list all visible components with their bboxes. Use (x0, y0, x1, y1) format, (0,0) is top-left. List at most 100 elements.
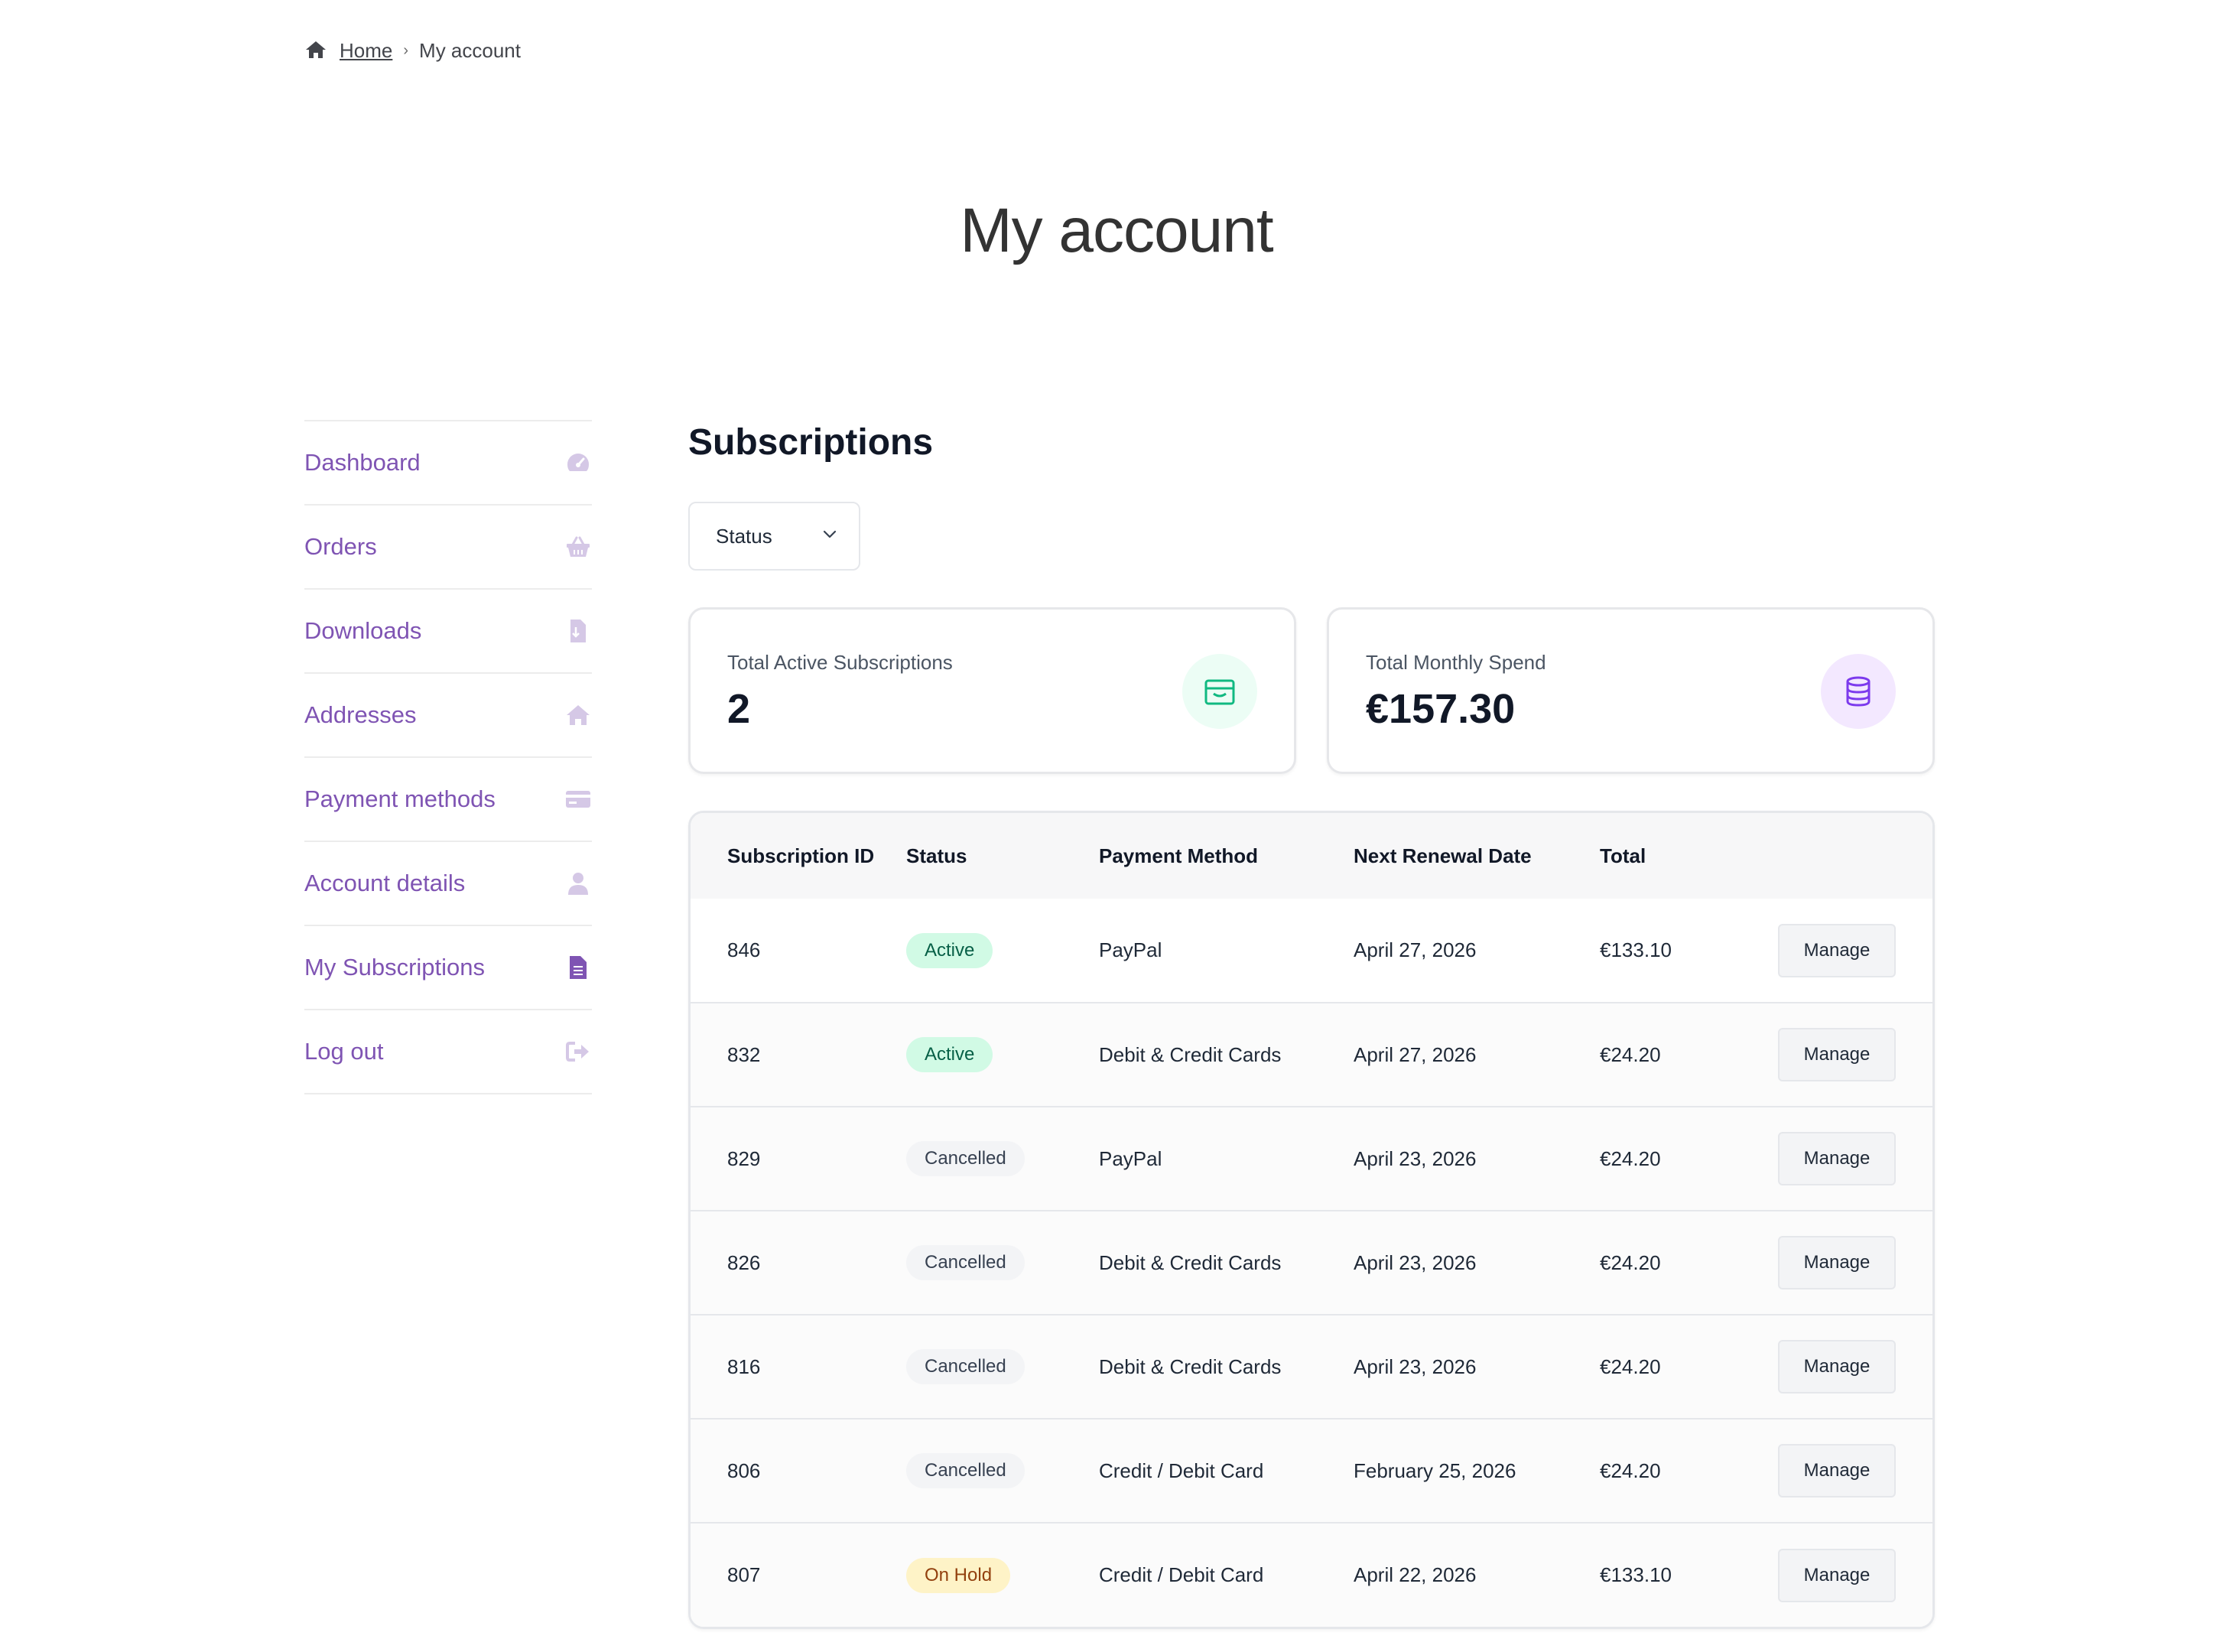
header-status: Status (906, 844, 967, 867)
table-row: 846 Active PayPal April 27, 2026 €133.10… (691, 899, 1932, 1003)
next-renewal-date: February 25, 2026 (1354, 1459, 1516, 1482)
sidebar-item-label: Log out (304, 1038, 384, 1065)
manage-button[interactable]: Manage (1778, 1548, 1896, 1602)
breadcrumb-home-link[interactable]: Home (340, 39, 392, 63)
home-icon (564, 701, 592, 729)
table-header-row: Subscription ID Status Payment Method Ne… (691, 813, 1932, 899)
page-title: My account (960, 196, 1273, 265)
payment-method: Credit / Debit Card (1099, 1563, 1264, 1586)
file-download-icon (564, 617, 592, 645)
next-renewal-date: April 22, 2026 (1354, 1563, 1477, 1586)
subscription-total: €24.20 (1600, 1250, 1661, 1274)
header-actions (1744, 813, 1932, 899)
sidebar-item-payment-methods[interactable]: Payment methods (304, 758, 592, 842)
header-total: Total (1600, 844, 1646, 867)
next-renewal-date: April 23, 2026 (1354, 1146, 1477, 1170)
payment-method: Debit & Credit Cards (1099, 1354, 1282, 1378)
next-renewal-date: April 27, 2026 (1354, 938, 1477, 961)
manage-button[interactable]: Manage (1778, 1132, 1896, 1185)
subscriptions-main: Subscriptions Status Total Active Subscr… (688, 420, 1935, 1629)
header-next-renewal-date: Next Renewal Date (1354, 844, 1532, 867)
subscription-id: 846 (727, 938, 761, 961)
subscription-total: €24.20 (1600, 1146, 1661, 1170)
status-badge: On Hold (906, 1557, 1011, 1593)
document-icon (564, 954, 592, 981)
breadcrumb-separator: › (403, 41, 409, 59)
subscription-id: 807 (727, 1563, 761, 1586)
home-icon (304, 40, 327, 61)
subscription-id: 832 (727, 1042, 761, 1066)
status-badge: Cancelled (906, 1349, 1025, 1384)
card-value: 2 (727, 686, 751, 732)
sidebar-item-label: Payment methods (304, 785, 496, 812)
status-badge: Active (906, 932, 993, 968)
next-renewal-date: April 23, 2026 (1354, 1354, 1477, 1378)
sidebar-item-my-subscriptions[interactable]: My Subscriptions (304, 926, 592, 1010)
database-icon (1821, 654, 1896, 729)
next-renewal-date: April 27, 2026 (1354, 1042, 1477, 1066)
sidebar-item-label: Downloads (304, 617, 422, 644)
manage-button[interactable]: Manage (1778, 923, 1896, 977)
manage-button[interactable]: Manage (1778, 1236, 1896, 1289)
table-row: 829 Cancelled PayPal April 23, 2026 €24.… (691, 1107, 1932, 1211)
manage-button[interactable]: Manage (1778, 1028, 1896, 1081)
sidebar-item-label: Addresses (304, 701, 417, 728)
section-title: Subscriptions (688, 422, 934, 463)
payment-method: PayPal (1099, 938, 1162, 961)
sidebar-item-label: Account details (304, 870, 466, 896)
account-navigation: Dashboard Orders Downloads Addresses Pay… (304, 420, 592, 1094)
table-row: 806 Cancelled Credit / Debit Card Februa… (691, 1419, 1932, 1523)
sidebar-item-log-out[interactable]: Log out (304, 1010, 592, 1094)
table-row: 826 Cancelled Debit & Credit Cards April… (691, 1211, 1932, 1315)
header-subscription-id: Subscription ID (727, 844, 875, 867)
subscription-total: €24.20 (1600, 1459, 1661, 1482)
subscriptions-table: Subscription ID Status Payment Method Ne… (688, 811, 1935, 1629)
payment-method: PayPal (1099, 1146, 1162, 1170)
subscription-total: €24.20 (1600, 1354, 1661, 1378)
chevron-down-icon (821, 525, 839, 548)
next-renewal-date: April 23, 2026 (1354, 1250, 1477, 1274)
status-badge: Active (906, 1037, 993, 1072)
status-badge: Cancelled (906, 1453, 1025, 1488)
card-label: Total Active Subscriptions (727, 651, 953, 674)
status-filter-select[interactable]: Status (688, 502, 860, 571)
subscription-total: €133.10 (1600, 938, 1672, 961)
sidebar-item-label: My Subscriptions (304, 954, 486, 980)
user-icon (564, 870, 592, 897)
sidebar-item-label: Dashboard (304, 449, 421, 476)
total-active-subscriptions-card: Total Active Subscriptions 2 (688, 607, 1296, 774)
card-label: Total Monthly Spend (1366, 651, 1546, 674)
gauge-icon (564, 449, 592, 476)
status-badge: Cancelled (906, 1245, 1025, 1280)
total-monthly-spend-card: Total Monthly Spend €157.30 (1327, 607, 1935, 774)
summary-cards: Total Active Subscriptions 2 Total Month… (688, 607, 1935, 774)
subscription-total: €24.20 (1600, 1042, 1661, 1066)
subscription-id: 829 (727, 1146, 761, 1170)
sidebar-item-account-details[interactable]: Account details (304, 842, 592, 926)
table-row: 832 Active Debit & Credit Cards April 27… (691, 1003, 1932, 1107)
credit-card-icon (564, 785, 592, 813)
sidebar-item-downloads[interactable]: Downloads (304, 590, 592, 674)
sidebar-item-dashboard[interactable]: Dashboard (304, 421, 592, 506)
payment-method: Credit / Debit Card (1099, 1459, 1264, 1482)
breadcrumb: Home › My account (304, 38, 521, 63)
table-row: 816 Cancelled Debit & Credit Cards April… (691, 1315, 1932, 1419)
subscription-id: 816 (727, 1354, 761, 1378)
sidebar-item-addresses[interactable]: Addresses (304, 674, 592, 758)
table-row: 807 On Hold Credit / Debit Card April 22… (691, 1523, 1932, 1627)
sign-out-icon (564, 1038, 592, 1065)
sidebar-item-orders[interactable]: Orders (304, 506, 592, 590)
status-filter-value: Status (716, 524, 772, 548)
subscription-id: 826 (727, 1250, 761, 1274)
payment-method: Debit & Credit Cards (1099, 1042, 1282, 1066)
manage-button[interactable]: Manage (1778, 1444, 1896, 1498)
card-value: €157.30 (1366, 686, 1516, 732)
sidebar-item-label: Orders (304, 533, 377, 560)
payment-method: Debit & Credit Cards (1099, 1250, 1282, 1274)
manage-button[interactable]: Manage (1778, 1340, 1896, 1393)
wallet-icon (1182, 654, 1257, 729)
breadcrumb-current: My account (419, 38, 521, 62)
subscription-id: 806 (727, 1459, 761, 1482)
status-badge: Cancelled (906, 1141, 1025, 1176)
basket-icon (564, 533, 592, 561)
